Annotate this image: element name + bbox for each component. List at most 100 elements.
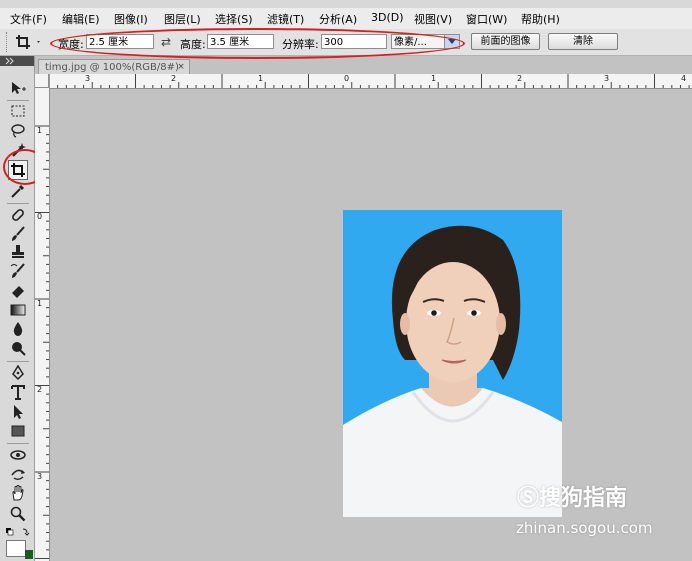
foreground-color-swatch[interactable] bbox=[6, 540, 26, 557]
3d-rotate-tool[interactable] bbox=[9, 446, 27, 464]
ruler-label: 0 bbox=[344, 74, 350, 83]
brush-icon bbox=[12, 226, 25, 241]
vertical-ruler[interactable]: 1 0 1 2 3 bbox=[35, 88, 50, 561]
menu-filter[interactable]: 滤镜(T) bbox=[267, 11, 304, 27]
menu-view[interactable]: 视图(V) bbox=[414, 11, 452, 27]
history-brush-icon bbox=[10, 263, 25, 278]
resolution-label: 分辨率: bbox=[282, 38, 319, 51]
menu-image[interactable]: 图像(I) bbox=[114, 11, 148, 27]
tool-separator bbox=[7, 361, 29, 362]
menu-edit[interactable]: 编辑(E) bbox=[62, 11, 100, 27]
menu-bar: 文件(F) 编辑(E) 图像(I) 图层(L) 选择(S) 滤镜(T) 分析(A… bbox=[0, 8, 692, 30]
healing-brush-tool[interactable] bbox=[9, 206, 27, 224]
droplet-icon bbox=[13, 322, 23, 336]
lasso-tool[interactable] bbox=[9, 122, 27, 140]
path-selection-icon bbox=[14, 405, 23, 419]
eyedropper-icon bbox=[11, 184, 25, 198]
ruler-label: 2 bbox=[517, 74, 523, 83]
tool-separator bbox=[7, 443, 29, 444]
ruler-label: 1 bbox=[431, 74, 437, 83]
ruler-label: 3 bbox=[604, 74, 610, 83]
dodge-tool[interactable] bbox=[9, 339, 27, 357]
move-tool[interactable] bbox=[9, 80, 27, 98]
gradient-icon bbox=[10, 304, 26, 316]
bandage-icon bbox=[12, 209, 24, 221]
shape-tool[interactable] bbox=[9, 422, 27, 440]
type-tool[interactable] bbox=[9, 383, 27, 401]
hand-icon bbox=[12, 485, 24, 501]
blur-tool[interactable] bbox=[9, 320, 27, 338]
portrait-photo[interactable] bbox=[343, 210, 562, 517]
height-input[interactable]: 3.5 厘米 bbox=[207, 34, 274, 49]
zoom-tool[interactable] bbox=[9, 505, 27, 523]
crop-tool[interactable] bbox=[8, 160, 28, 180]
crop-icon bbox=[11, 163, 25, 177]
document-tab-title: timg.jpg @ 100%(RGB/8#) bbox=[45, 62, 179, 73]
menu-help[interactable]: 帮助(H) bbox=[521, 11, 560, 27]
options-grip bbox=[6, 32, 9, 52]
ruler-origin[interactable] bbox=[35, 74, 49, 88]
ruler-label: 1 bbox=[258, 74, 264, 83]
move-icon bbox=[12, 82, 26, 94]
background-color-swatch[interactable] bbox=[25, 550, 33, 559]
width-input[interactable]: 2.5 厘米 bbox=[86, 34, 154, 49]
document-tab[interactable]: timg.jpg @ 100%(RGB/8#) × bbox=[38, 59, 190, 75]
chevron-down-icon bbox=[444, 35, 459, 48]
brush-tool[interactable] bbox=[9, 225, 27, 243]
portrait-illustration bbox=[343, 210, 562, 517]
magnifier-icon bbox=[10, 506, 26, 522]
horizontal-ruler-ticks bbox=[48, 74, 690, 88]
hand-tool[interactable] bbox=[9, 484, 27, 502]
toolbox-handle[interactable] bbox=[0, 56, 34, 66]
title-strip bbox=[0, 0, 692, 8]
menu-analysis[interactable]: 分析(A) bbox=[319, 11, 357, 27]
gradient-tool[interactable] bbox=[9, 301, 27, 319]
ruler-label: 4 bbox=[681, 74, 687, 83]
eraser-icon bbox=[12, 286, 24, 298]
eyedropper-tool[interactable] bbox=[9, 182, 27, 200]
resolution-input[interactable]: 300 bbox=[321, 34, 387, 49]
quick-selection-tool[interactable] bbox=[9, 141, 27, 159]
watermark-logo: Ⓢ搜狗指南 bbox=[517, 486, 628, 511]
marquee-tool[interactable] bbox=[9, 102, 27, 120]
pen-tool[interactable] bbox=[9, 364, 27, 382]
path-selection-tool[interactable] bbox=[9, 403, 27, 421]
menu-window[interactable]: 窗口(W) bbox=[466, 11, 507, 27]
tool-options-bar: 宽度: 2.5 厘米 ⇄ 高度: 3.5 厘米 分辨率: 300 像素/... … bbox=[0, 29, 692, 56]
tool-separator bbox=[7, 203, 29, 204]
marquee-icon bbox=[11, 105, 25, 117]
height-label: 高度: bbox=[180, 38, 206, 51]
ruler-label: 3 bbox=[85, 74, 91, 83]
menu-file[interactable]: 文件(F) bbox=[10, 11, 47, 27]
3d-rotate-icon bbox=[10, 450, 26, 460]
menu-3d[interactable]: 3D(D) bbox=[371, 11, 404, 24]
type-icon bbox=[11, 385, 25, 400]
pen-icon bbox=[12, 364, 24, 381]
horizontal-ruler[interactable]: 3 2 1 0 1 2 3 4 bbox=[35, 74, 692, 89]
ruler-label: 0 bbox=[37, 212, 43, 221]
close-tab-button[interactable]: × bbox=[176, 62, 186, 72]
eraser-tool[interactable] bbox=[9, 281, 27, 299]
ruler-label: 2 bbox=[171, 74, 177, 83]
front-image-button[interactable]: 前面的图像 bbox=[471, 33, 540, 50]
tool-separator bbox=[7, 100, 29, 101]
swap-dimensions-icon[interactable]: ⇄ bbox=[161, 35, 171, 49]
stamp-tool[interactable] bbox=[9, 243, 27, 261]
lasso-icon bbox=[11, 124, 25, 138]
menu-layer[interactable]: 图层(L) bbox=[164, 11, 201, 27]
menu-select[interactable]: 选择(S) bbox=[215, 11, 253, 27]
stamp-icon bbox=[12, 245, 24, 258]
ruler-label: 3 bbox=[37, 472, 43, 481]
watermark-url: zhinan.sogou.com bbox=[516, 519, 653, 537]
ruler-label: 2 bbox=[37, 385, 43, 394]
resolution-unit-select[interactable]: 像素/... bbox=[391, 34, 460, 49]
default-colors-control[interactable] bbox=[5, 527, 31, 537]
width-label: 宽度: bbox=[58, 38, 84, 51]
3d-orbit-tool[interactable] bbox=[9, 465, 27, 483]
history-brush-tool[interactable] bbox=[9, 262, 27, 280]
clear-button[interactable]: 清除 bbox=[548, 33, 618, 50]
crop-preset-picker[interactable] bbox=[14, 32, 42, 52]
collapse-arrows-icon bbox=[5, 57, 14, 65]
close-icon: × bbox=[177, 62, 185, 72]
crop-icon bbox=[16, 35, 40, 49]
